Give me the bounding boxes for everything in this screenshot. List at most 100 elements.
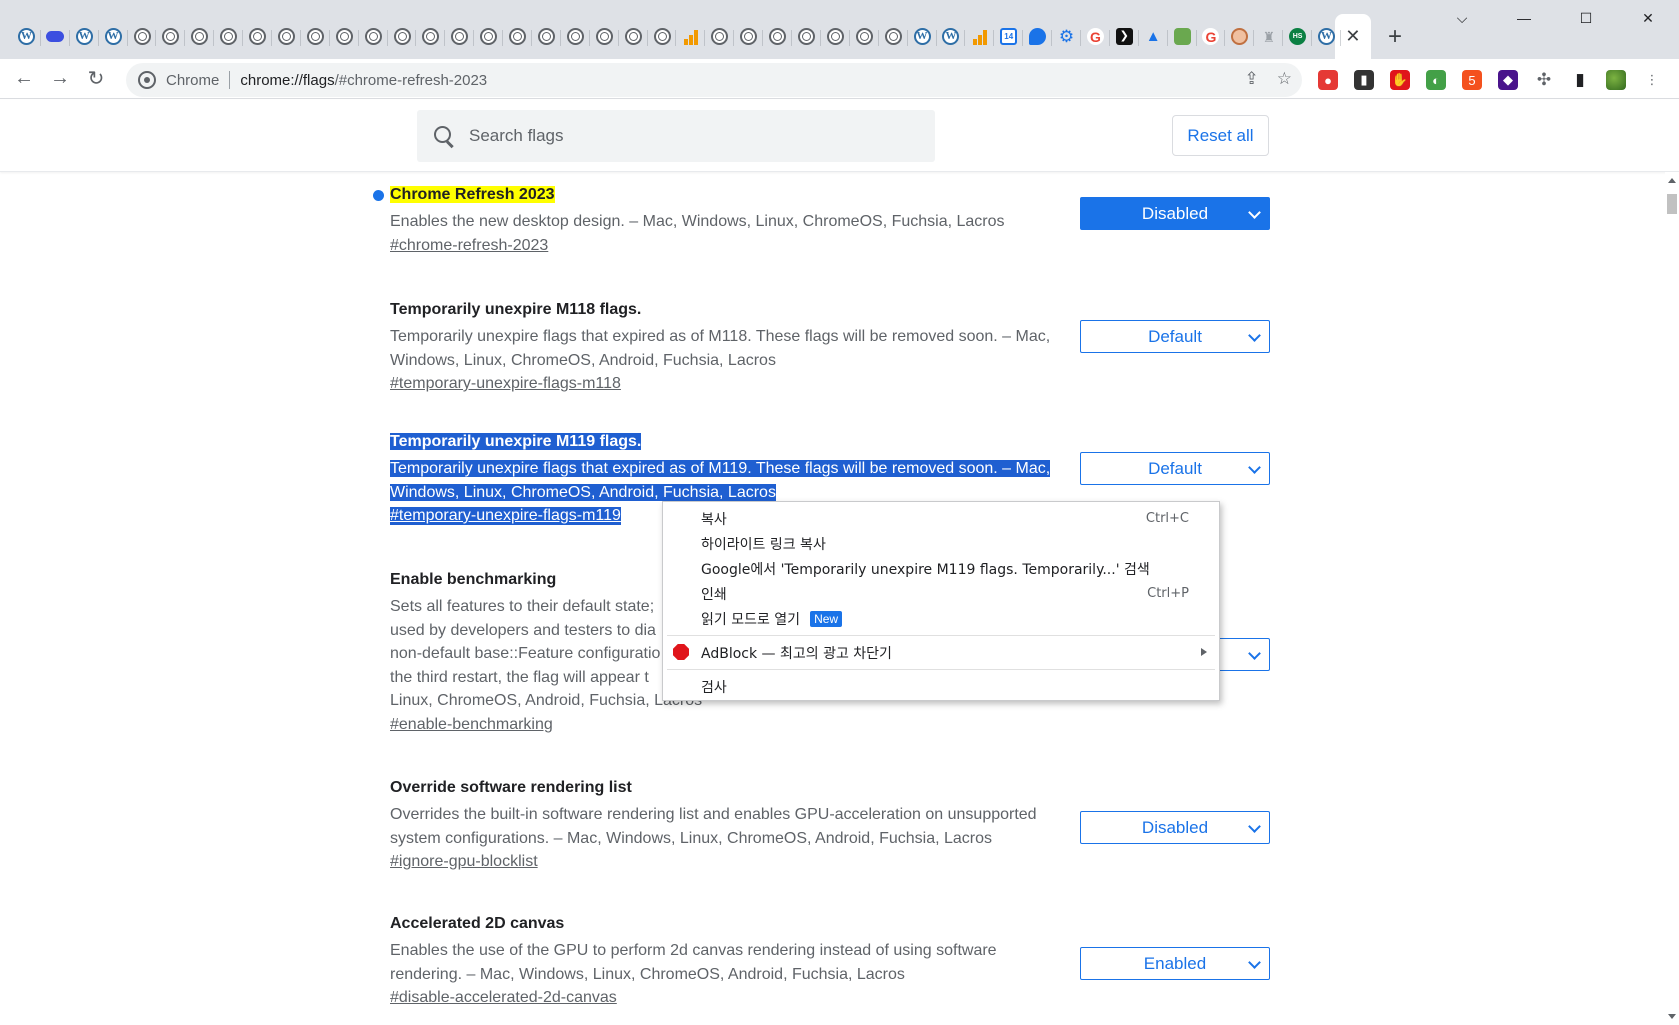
pinned-tab[interactable]: HS: [1283, 22, 1312, 52]
pinned-tab[interactable]: [734, 22, 764, 52]
sidebar-extension-icon[interactable]: ▮: [1354, 70, 1374, 90]
menu-item-label: AdBlock — 최고의 광고 차단기: [701, 645, 892, 662]
pinned-tab[interactable]: [821, 22, 850, 52]
pinned-tab[interactable]: [1225, 22, 1255, 52]
pinned-tab[interactable]: 14: [994, 22, 1024, 52]
pinned-tab[interactable]: [1168, 22, 1197, 52]
pinned-tab[interactable]: [445, 22, 475, 52]
forward-button[interactable]: →: [42, 61, 78, 97]
pinned-tab[interactable]: [648, 22, 677, 52]
pinned-tab[interactable]: W: [99, 22, 128, 52]
flag-anchor-link[interactable]: #temporary-unexpire-flags-m119: [390, 507, 621, 525]
close-window-button[interactable]: ✕: [1617, 0, 1679, 36]
flag-state-select[interactable]: Enabled: [1080, 947, 1270, 980]
scroll-thumb[interactable]: [1667, 194, 1677, 214]
avatar[interactable]: [1606, 70, 1626, 90]
pinned-tab[interactable]: [503, 22, 532, 52]
reset-all-button[interactable]: Reset all: [1172, 115, 1269, 156]
pinned-tab[interactable]: [676, 22, 706, 52]
pinned-tab[interactable]: ▲: [1139, 22, 1168, 52]
close-tab-icon[interactable]: ✕: [1345, 26, 1360, 47]
pinned-tab[interactable]: [763, 22, 792, 52]
site-chip[interactable]: Chrome: [166, 72, 219, 89]
adblock-icon[interactable]: ✋: [1390, 70, 1410, 90]
pinned-tab[interactable]: [474, 22, 504, 52]
bookmark-star-icon[interactable]: ☆: [1277, 69, 1292, 89]
flag-anchor-link[interactable]: #temporary-unexpire-flags-m118: [390, 375, 621, 393]
kebab-menu-icon[interactable]: ⋮: [1642, 70, 1662, 90]
pinned-tab[interactable]: G: [1081, 22, 1110, 52]
menu-item-search-google[interactable]: Google에서 'Temporarily unexpire M119 flag…: [663, 556, 1219, 581]
pinned-tab[interactable]: [359, 22, 388, 52]
pinned-tab[interactable]: ⚙: [1052, 22, 1081, 52]
pinned-tab[interactable]: [590, 22, 619, 52]
pinned-tab[interactable]: [619, 22, 648, 52]
menu-item-copy-highlight-link[interactable]: 하이라이트 링크 복사: [663, 531, 1219, 556]
pinned-tab[interactable]: [243, 22, 272, 52]
menu-item-print[interactable]: 인쇄 Ctrl+P: [663, 581, 1219, 606]
flag-anchor-link[interactable]: #chrome-refresh-2023: [390, 237, 548, 255]
chevron-down-icon: [1248, 956, 1261, 969]
pinned-tab[interactable]: [561, 22, 590, 52]
pinned-tab[interactable]: ♜: [1254, 22, 1284, 52]
maximize-button[interactable]: ☐: [1555, 0, 1617, 36]
address-bar[interactable]: Chrome chrome://flags/#chrome-refresh-20…: [126, 63, 1302, 97]
pinned-tab[interactable]: [965, 22, 995, 52]
search-box[interactable]: [417, 110, 935, 162]
restore-button[interactable]: —: [1493, 0, 1555, 36]
scroll-up-arrow-icon[interactable]: [1668, 178, 1676, 183]
minimize-button[interactable]: ⌵: [1431, 0, 1493, 36]
pinned-tab[interactable]: [272, 22, 301, 52]
pinned-tab[interactable]: [185, 22, 215, 52]
color-wheel-icon[interactable]: ●: [1318, 70, 1338, 90]
leaf-icon[interactable]: ◐: [1426, 70, 1446, 90]
cube-icon[interactable]: ◆: [1498, 70, 1518, 90]
flag-state-select[interactable]: Disabled: [1080, 197, 1270, 230]
pinned-tab[interactable]: [330, 22, 359, 52]
pinned-tab[interactable]: [388, 22, 417, 52]
extensions-puzzle-icon[interactable]: ✣: [1534, 70, 1554, 90]
pinned-tab[interactable]: W: [12, 22, 41, 52]
pinned-tab[interactable]: [41, 22, 70, 52]
flag-state-select[interactable]: Disabled: [1080, 811, 1270, 844]
share-icon[interactable]: ⇪: [1245, 69, 1259, 89]
pinned-tab[interactable]: W: [937, 22, 966, 52]
flag-anchor-link[interactable]: #enable-benchmarking: [390, 716, 553, 734]
menu-item-copy[interactable]: 복사 Ctrl+C: [663, 506, 1219, 531]
flag-title: Override software rendering list: [390, 779, 632, 796]
reload-button[interactable]: ↻: [78, 61, 114, 97]
pinned-tab[interactable]: ❯: [1110, 22, 1139, 52]
pinned-tab[interactable]: W: [1312, 22, 1341, 52]
pinned-tab[interactable]: [156, 22, 186, 52]
menu-item-adblock[interactable]: AdBlock — 최고의 광고 차단기: [663, 640, 1219, 665]
select-value: Disabled: [1141, 203, 1209, 223]
pinned-tab[interactable]: W: [70, 22, 99, 52]
pinned-tab[interactable]: [416, 22, 446, 52]
flag-title: Temporarily unexpire M119 flags.: [390, 433, 642, 450]
menu-item-inspect[interactable]: 검사: [663, 674, 1219, 699]
flag-state-select[interactable]: Default: [1080, 452, 1270, 485]
pinned-tab[interactable]: [792, 22, 821, 52]
pinned-tab[interactable]: [1023, 22, 1052, 52]
back-button[interactable]: ←: [6, 61, 42, 97]
pinned-tab[interactable]: G: [1197, 22, 1226, 52]
pinned-tab[interactable]: [532, 22, 561, 52]
search-input[interactable]: [469, 126, 869, 146]
flag-state-select[interactable]: Default: [1080, 320, 1270, 353]
scrollbar[interactable]: [1665, 172, 1679, 1025]
new-tab-button[interactable]: +: [1377, 22, 1413, 52]
globe-icon: [884, 28, 902, 45]
pinned-tab[interactable]: [850, 22, 879, 52]
flag-anchor-link[interactable]: #disable-accelerated-2d-canvas: [390, 989, 617, 1007]
pinned-tab[interactable]: W: [908, 22, 937, 52]
pinned-tab[interactable]: [214, 22, 244, 52]
pinned-tab[interactable]: [301, 22, 330, 52]
html5-icon[interactable]: 5: [1462, 70, 1482, 90]
menu-item-reading-mode[interactable]: 읽기 모드로 열기 New: [663, 606, 1219, 631]
scroll-down-arrow-icon[interactable]: [1668, 1014, 1676, 1019]
pinned-tab[interactable]: [705, 22, 735, 52]
side-panel-icon[interactable]: ▮: [1570, 70, 1590, 90]
flag-anchor-link[interactable]: #ignore-gpu-blocklist: [390, 853, 538, 871]
pinned-tab[interactable]: [128, 22, 157, 52]
pinned-tab[interactable]: [879, 22, 908, 52]
